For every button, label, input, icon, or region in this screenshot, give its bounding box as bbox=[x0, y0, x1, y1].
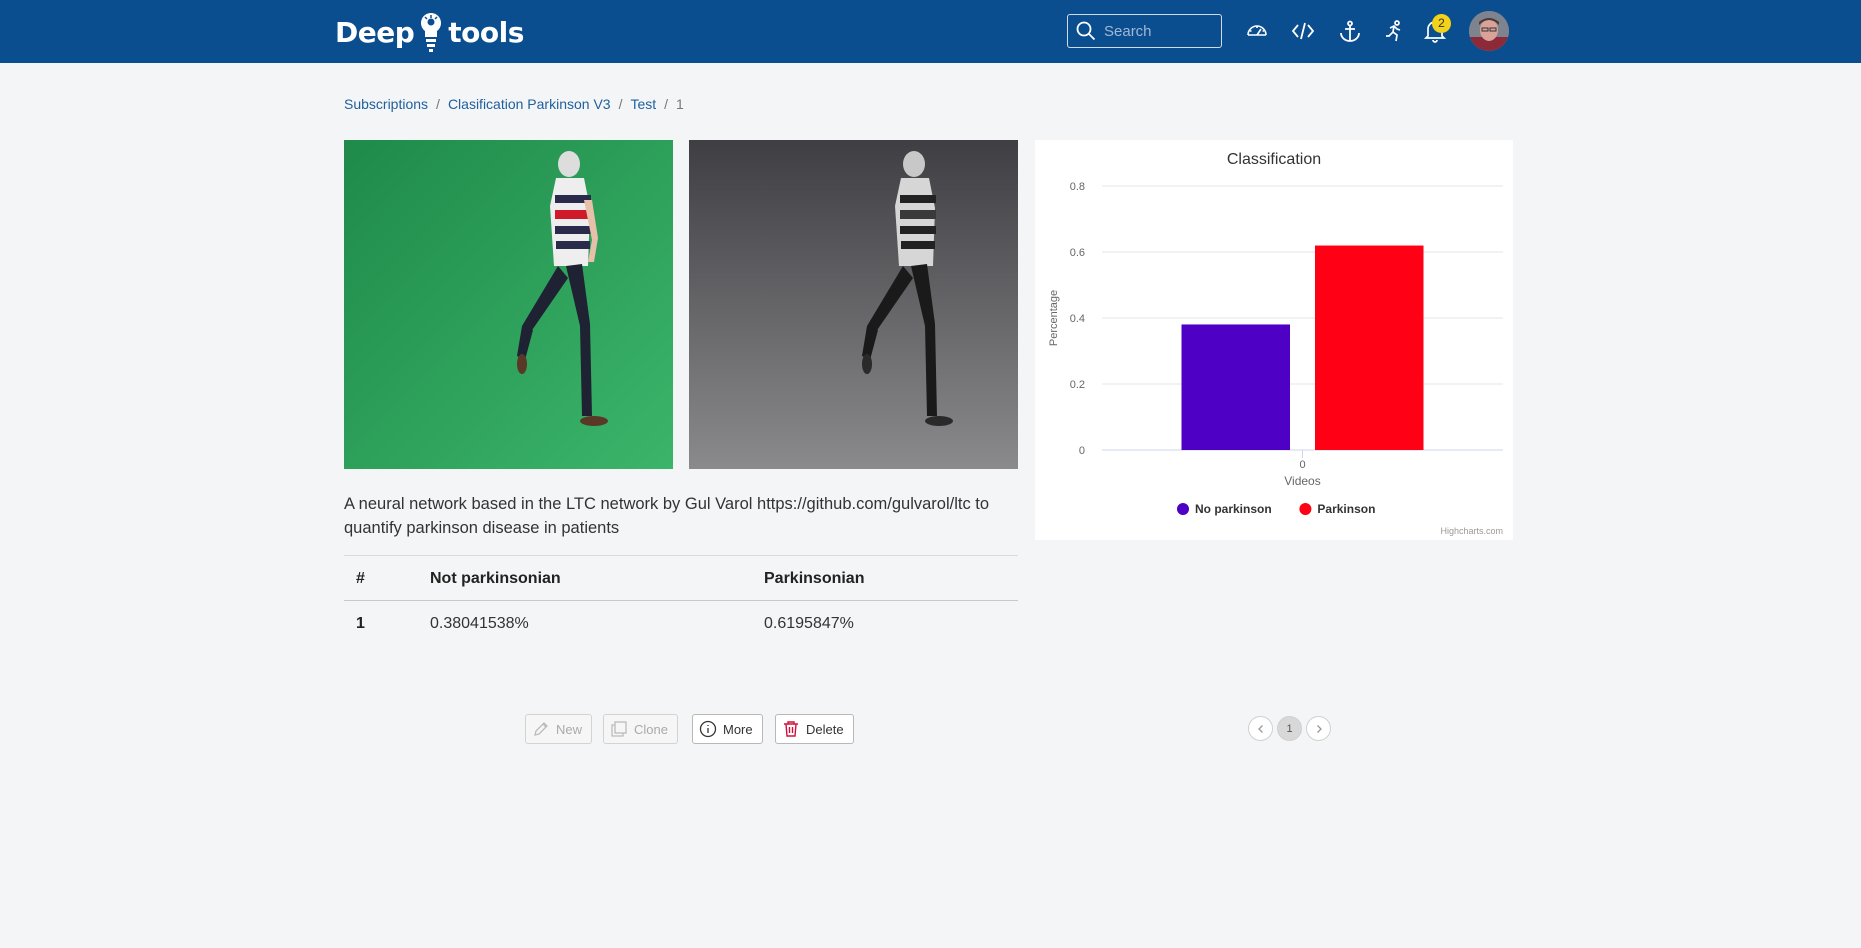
clone-button[interactable]: Clone bbox=[603, 714, 678, 744]
breadcrumb-separator: / bbox=[618, 96, 623, 112]
breadcrumb-current: 1 bbox=[676, 96, 684, 112]
breadcrumb-separator: / bbox=[436, 96, 440, 112]
new-button-label: New bbox=[556, 721, 583, 737]
notification-count-badge: 2 bbox=[1432, 14, 1451, 33]
table-row[interactable]: 1 0.38041538% 0.6195847% bbox=[344, 601, 1018, 647]
delete-button[interactable]: Delete bbox=[775, 714, 854, 744]
y-tick-label: 0.4 bbox=[1070, 313, 1085, 325]
column-header-parkinsonian: Parkinsonian bbox=[752, 555, 1018, 601]
breadcrumb: Subscriptions / Clasification Parkinson … bbox=[344, 96, 684, 112]
search-box[interactable] bbox=[1067, 14, 1222, 48]
legend-label: Parkinson bbox=[1317, 502, 1375, 516]
model-description: A neural network based in the LTC networ… bbox=[344, 495, 990, 537]
processed-video-frame[interactable] bbox=[689, 140, 1018, 469]
deeptools-logo[interactable]: Deep tools bbox=[335, 10, 524, 54]
y-tick-label: 0.2 bbox=[1070, 379, 1085, 391]
classification-chart: Classification 0 0.2 0.4 0.6 0.8 Percentage 0 Vi… bbox=[1035, 140, 1513, 540]
breadcrumb-project[interactable]: Clasification Parkinson V3 bbox=[448, 96, 611, 112]
previous-page-button[interactable] bbox=[1248, 716, 1273, 741]
not-parkinsonian-value: 0.38041538% bbox=[430, 615, 529, 632]
legend-label: No parkinson bbox=[1195, 502, 1272, 516]
table-header-row: # Not parkinsonian Parkinsonian bbox=[344, 555, 1018, 601]
clone-button-label: Clone bbox=[634, 721, 668, 737]
logo-text-right: tools bbox=[448, 15, 524, 49]
breadcrumb-subscriptions[interactable]: Subscriptions bbox=[344, 96, 428, 112]
copy-icon bbox=[611, 721, 627, 737]
breadcrumb-test[interactable]: Test bbox=[630, 96, 656, 112]
more-button[interactable]: More bbox=[692, 714, 763, 744]
legend-marker bbox=[1177, 503, 1189, 515]
chevron-left-icon bbox=[1257, 724, 1263, 733]
more-button-label: More bbox=[723, 721, 753, 737]
logo-text-left: Deep bbox=[335, 15, 415, 49]
legend-marker bbox=[1299, 503, 1312, 515]
input-video-frame[interactable] bbox=[344, 140, 673, 469]
page-1-button[interactable]: 1 bbox=[1277, 716, 1302, 741]
bar-no-parkinson bbox=[1181, 324, 1290, 450]
chart-title: Classification bbox=[1227, 151, 1321, 168]
trash-icon bbox=[784, 721, 798, 737]
y-axis-label: Percentage bbox=[1048, 290, 1060, 346]
chart-canvas: Classification 0 0.2 0.4 0.6 0.8 Percentage 0 Vi… bbox=[1048, 151, 1503, 536]
x-axis-label: Videos bbox=[1284, 474, 1320, 488]
search-icon bbox=[1076, 21, 1096, 41]
chart-credits: Highcharts.com bbox=[1440, 526, 1503, 536]
column-header-index: # bbox=[344, 555, 418, 601]
new-button[interactable]: New bbox=[525, 714, 593, 744]
search-input[interactable] bbox=[1104, 22, 1214, 40]
running-person-icon[interactable] bbox=[1381, 18, 1407, 44]
pagination: 1 bbox=[1248, 716, 1331, 741]
results-table: # Not parkinsonian Parkinsonian 1 0.3804… bbox=[344, 555, 1018, 646]
y-tick-label: 0.6 bbox=[1070, 247, 1085, 259]
y-tick-label: 0.8 bbox=[1070, 181, 1085, 193]
user-avatar[interactable] bbox=[1469, 11, 1509, 51]
info-icon bbox=[699, 720, 717, 738]
x-tick-label: 0 bbox=[1299, 459, 1305, 471]
lightbulb-icon bbox=[421, 13, 442, 52]
top-navbar: Deep tools Search 2 bbox=[0, 0, 1861, 63]
dashboard-icon[interactable] bbox=[1244, 18, 1270, 44]
anchor-icon[interactable] bbox=[1337, 18, 1363, 44]
parkinsonian-value: 0.6195847% bbox=[764, 615, 854, 632]
code-icon[interactable] bbox=[1290, 18, 1316, 44]
delete-button-label: Delete bbox=[806, 721, 844, 737]
bar-parkinson bbox=[1315, 245, 1424, 450]
next-page-button[interactable] bbox=[1306, 716, 1331, 741]
column-header-not-parkinsonian: Not parkinsonian bbox=[418, 555, 752, 601]
pencil-icon bbox=[534, 722, 548, 736]
y-tick-label: 0 bbox=[1079, 445, 1085, 457]
row-index: 1 bbox=[356, 615, 365, 632]
breadcrumb-separator: / bbox=[664, 96, 669, 112]
chevron-right-icon bbox=[1316, 724, 1322, 733]
